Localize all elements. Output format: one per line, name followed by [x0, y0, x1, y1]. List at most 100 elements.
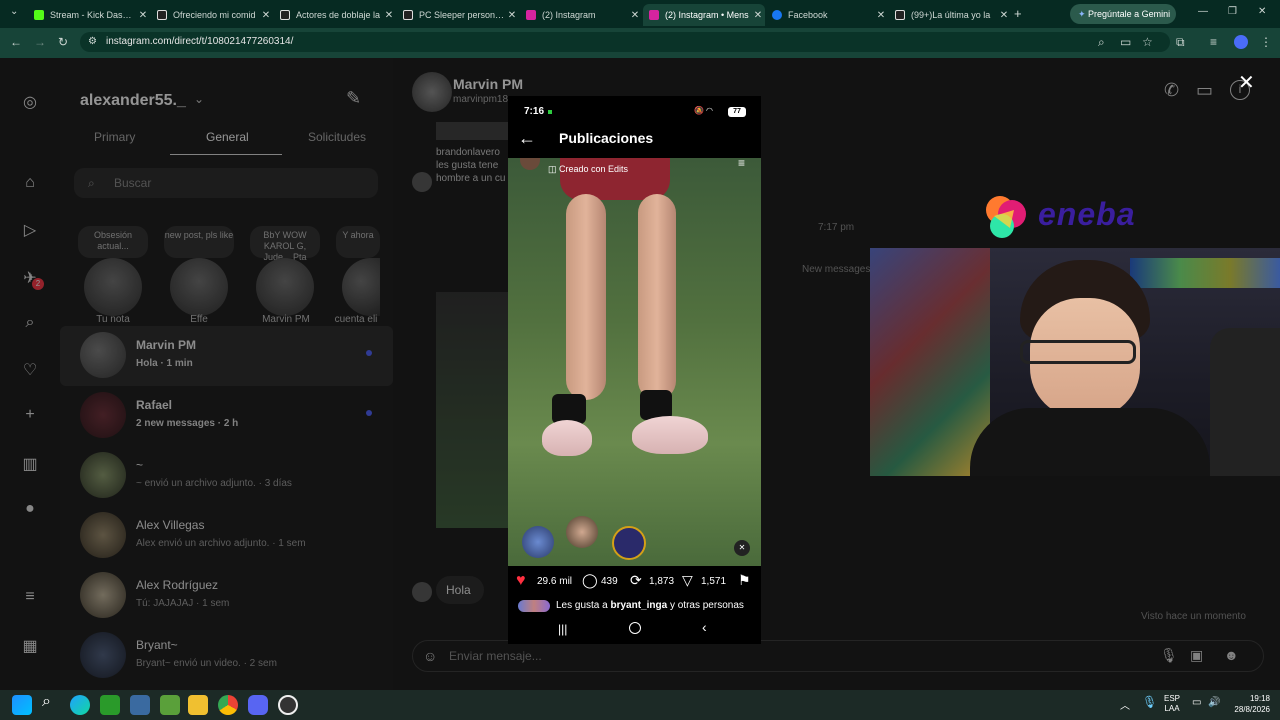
close-icon[interactable]: ✕ [874, 10, 888, 21]
android-recents-icon[interactable]: ||| [558, 622, 567, 636]
create-plus-icon[interactable]: + [20, 406, 40, 426]
message-bubble-hola[interactable]: Hola [436, 576, 484, 604]
close-icon[interactable]: ✕ [997, 10, 1011, 21]
xbox-icon[interactable] [100, 695, 120, 715]
shared-post-preview[interactable] [436, 122, 508, 140]
browser-tab-7[interactable]: Facebook ✕ [766, 4, 888, 26]
save-bookmark-icon[interactable]: ⚑ [738, 572, 751, 589]
menu-dots-icon[interactable]: ⋮ [1260, 35, 1272, 49]
windows-start-icon[interactable] [12, 695, 32, 715]
list-item[interactable]: Alex Rodríguez Tú: JAJAJAJ · 1 sem [60, 566, 393, 626]
app-icon[interactable] [130, 695, 150, 715]
profile-icon[interactable] [1234, 35, 1248, 49]
tray-chevron-up-icon[interactable]: ︿ [1120, 697, 1130, 712]
sticker-icon[interactable]: ☻ [1224, 647, 1239, 663]
clock[interactable]: 19:18 28/8/2026 [1226, 693, 1270, 715]
language-indicator[interactable]: ESP LAA [1164, 694, 1180, 714]
close-icon[interactable]: ✕ [628, 10, 642, 21]
note-bubble[interactable]: Y ahora [336, 226, 380, 258]
tab-general[interactable]: General [206, 130, 249, 144]
zoom-icon[interactable]: ⌕ [1098, 35, 1105, 50]
list-item[interactable]: Alex Villegas Alex envió un archivo adju… [60, 506, 393, 566]
restore-icon[interactable]: ❐ [1228, 6, 1237, 17]
edge-icon[interactable] [70, 695, 90, 715]
bookmark-star-icon[interactable]: ☆ [1142, 35, 1153, 49]
list-item[interactable]: Bryant~ Bryant~ envió un video. · 2 sem [60, 626, 393, 686]
close-icon[interactable]: ✕ [382, 10, 396, 21]
reel-video[interactable]: ◫ Creado con Edits ≡ ✕ [508, 158, 761, 566]
reel-menu-icon[interactable]: ≡ [738, 158, 745, 170]
liked-by-text[interactable]: Les gusta a bryant_inga y otras personas [556, 600, 744, 611]
note-bubble[interactable]: BbY WOW KAROL G, Jude... Pta música [250, 226, 320, 273]
back-arrow-icon[interactable]: ← [10, 35, 22, 49]
game-app-icon[interactable] [160, 695, 180, 715]
browser-tab-3[interactable]: Actores de doblaje la ✕ [274, 4, 396, 26]
extensions-icon[interactable]: ⧉ [1176, 35, 1185, 50]
emoji-icon[interactable]: ☺ [423, 641, 437, 671]
list-item[interactable]: ~ ~ envió un archivo adjunto. · 3 días [60, 446, 393, 506]
home-icon[interactable]: ⌂ [20, 174, 40, 194]
tab-search-chevron-icon[interactable]: ⌄ [10, 6, 18, 17]
list-item[interactable]: Rafael 2 new messages · 2 h [60, 386, 393, 446]
minimize-icon[interactable]: — [1198, 6, 1208, 17]
close-icon[interactable]: ✕ [751, 10, 765, 21]
search-input[interactable]: ⌕ Buscar [74, 168, 378, 198]
avatar[interactable] [256, 258, 314, 316]
search-icon[interactable]: ⌕ [20, 314, 40, 334]
tab-solicitudes[interactable]: Solicitudes [308, 130, 366, 144]
more-menu-icon[interactable]: ≡ [20, 588, 40, 608]
list-item[interactable]: Marvin PM Hola · 1 min [60, 326, 393, 386]
phone-call-icon[interactable]: ✆ [1164, 80, 1179, 101]
tab-primary[interactable]: Primary [94, 130, 135, 144]
network-icon[interactable]: ▭ [1192, 697, 1201, 708]
reels-icon[interactable]: ▷ [20, 220, 40, 240]
profile-avatar-icon[interactable]: ● [20, 500, 40, 520]
browser-tab-1[interactable]: Stream - Kick Dashbo ✕ [28, 4, 150, 26]
avatar[interactable] [522, 526, 554, 558]
instagram-logo-icon[interactable]: ◎ [20, 92, 40, 112]
message-input[interactable]: ☺ Enviar mensaje... [412, 640, 1264, 672]
close-icon[interactable]: ✕ [259, 10, 273, 21]
note-bubble[interactable]: Obsesión actual... [78, 226, 148, 258]
avatar[interactable] [170, 258, 228, 316]
chat-header-name[interactable]: Marvin PM [453, 76, 523, 92]
tray-microphone-icon[interactable]: 🎙 [1142, 695, 1157, 709]
android-home-icon[interactable] [629, 622, 641, 634]
account-username[interactable]: alexander55._ [80, 92, 186, 110]
site-info-icon[interactable]: ⚙ [88, 32, 97, 52]
heart-icon[interactable]: ♡ [20, 360, 40, 380]
phone-back-arrow-icon[interactable]: ← [518, 128, 536, 149]
dashboard-icon[interactable]: ▥ [20, 454, 40, 474]
browser-tab-8[interactable]: (99+)La última yo la ✕ [889, 4, 1011, 26]
share-icon[interactable]: ▽ [682, 572, 693, 589]
close-icon[interactable]: ✕ [505, 10, 519, 21]
gemini-button[interactable]: ✦ Pregúntale a Gemini [1070, 4, 1176, 24]
reading-list-icon[interactable]: ≡ [1210, 35, 1217, 49]
note-bubble[interactable]: new post, pls like [164, 226, 234, 258]
avatar[interactable] [566, 516, 598, 548]
window-close-icon[interactable]: ✕ [1258, 6, 1266, 17]
browser-tab-4[interactable]: PC Sleeper personaliz ✕ [397, 4, 519, 26]
discord-icon[interactable] [248, 695, 268, 715]
search-icon[interactable]: ⌕ [42, 693, 51, 711]
volume-icon[interactable]: 🔊 [1208, 697, 1220, 708]
avatar[interactable] [612, 526, 646, 560]
recording-app-icon[interactable] [278, 695, 298, 715]
repost-icon[interactable]: ⟳ [630, 572, 642, 589]
browser-tab-2[interactable]: Ofreciendo mi comid ✕ [151, 4, 273, 26]
comment-icon[interactable]: ◯ [582, 572, 598, 589]
chrome-icon[interactable] [218, 695, 238, 715]
new-message-edit-icon[interactable]: ✎ [346, 88, 361, 109]
close-modal-icon[interactable]: ✕ [1238, 70, 1255, 95]
new-tab-plus-icon[interactable]: + [1014, 6, 1022, 21]
file-explorer-icon[interactable] [188, 695, 208, 715]
image-upload-icon[interactable]: ▣ [1190, 647, 1203, 664]
android-back-icon[interactable]: ‹ [702, 619, 707, 635]
also-from-meta-icon[interactable]: ▦ [20, 636, 40, 656]
video-call-icon[interactable]: ▭ [1196, 80, 1213, 101]
cast-icon[interactable]: ▭ [1120, 35, 1131, 49]
like-heart-icon[interactable]: ♥ [516, 572, 526, 590]
url-field[interactable]: ⚙ instagram.com/direct/t/108021477260314/ [80, 32, 1170, 52]
microphone-icon[interactable]: 🎙 [1160, 647, 1178, 664]
browser-tab-6[interactable]: (2) Instagram • Mens ✕ [643, 4, 765, 26]
